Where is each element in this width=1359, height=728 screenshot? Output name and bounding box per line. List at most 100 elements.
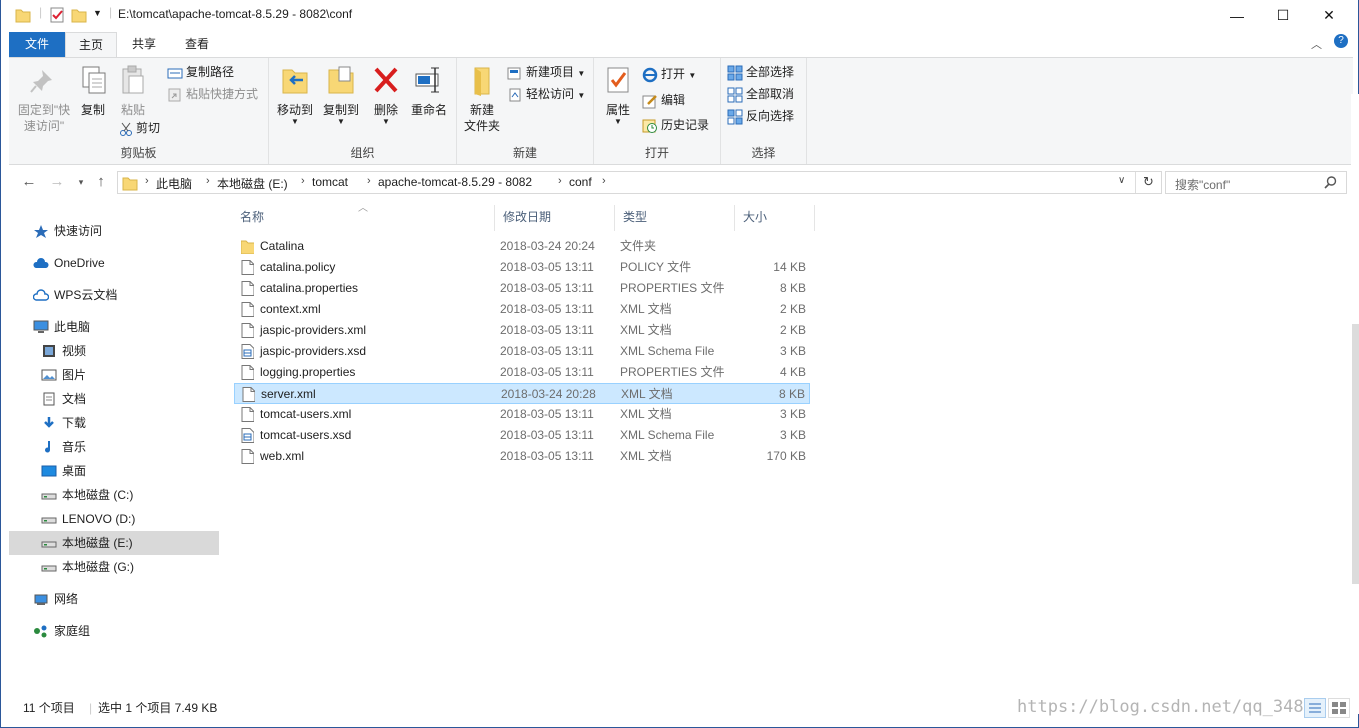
nav-item-1[interactable]: OneDrive: [9, 251, 219, 275]
refresh-icon[interactable]: ↻: [1143, 174, 1154, 190]
computer-icon: [33, 320, 49, 333]
file-row[interactable]: catalina.policy 2018-03-05 13:11 POLICY 文件…: [234, 257, 810, 278]
nav-item-5[interactable]: 图片: [9, 363, 219, 387]
move-to-button[interactable]: 移动到 ▼: [273, 64, 317, 126]
new-item-button[interactable]: 新建项目 ▼: [507, 62, 585, 82]
tab-file[interactable]: 文件: [9, 32, 65, 57]
breadcrumb-separator-icon[interactable]: ›: [602, 175, 606, 187]
column-header-date[interactable]: 修改日期: [495, 205, 615, 231]
homegroup-icon: [34, 625, 47, 638]
history-button[interactable]: 历史记录: [642, 115, 709, 135]
tab-home[interactable]: 主页: [65, 32, 117, 57]
easy-access-button[interactable]: 轻松访问 ▼: [507, 84, 585, 104]
select-all-button[interactable]: 全部选择: [727, 62, 794, 82]
paste-shortcut-button[interactable]: 粘贴快捷方式: [167, 84, 258, 104]
close-button[interactable]: ✕: [1306, 0, 1352, 31]
help-icon[interactable]: ?: [1334, 34, 1348, 48]
nav-item-12[interactable]: 本地磁盘 (E:): [9, 531, 219, 555]
nav-item-label: 此电脑: [54, 320, 91, 334]
nav-item-13[interactable]: 本地磁盘 (G:): [9, 555, 219, 579]
tab-view[interactable]: 查看: [171, 32, 223, 57]
breadcrumb-separator-icon[interactable]: ›: [367, 175, 371, 187]
column-header-size[interactable]: 大小: [735, 205, 815, 231]
nav-item-7[interactable]: 下载: [9, 411, 219, 435]
new-folder-button[interactable]: 新建 文件夹: [459, 64, 505, 134]
vertical-scrollbar[interactable]: [1351, 94, 1359, 714]
breadcrumb-drive-e[interactable]: 本地磁盘 (E:): [217, 175, 288, 192]
invert-selection-button[interactable]: 反向选择: [727, 106, 794, 126]
pin-quick-access-button[interactable]: 固定到"快 速访问": [13, 64, 75, 134]
nav-item-2[interactable]: WPS云文档: [9, 283, 219, 307]
copy-path-button[interactable]: 复制路径: [167, 62, 234, 82]
column-header-name[interactable]: 名称: [232, 205, 495, 231]
back-arrow-icon[interactable]: ←: [19, 172, 39, 192]
customize-quick-access-icon[interactable]: ▼: [93, 8, 102, 18]
breadcrumb-tomcat[interactable]: tomcat: [312, 175, 348, 189]
nav-item-8[interactable]: 音乐: [9, 435, 219, 459]
search-box[interactable]: 搜索"conf": [1165, 171, 1347, 194]
nav-item-11[interactable]: LENOVO (D:): [9, 507, 219, 531]
breadcrumb-this-pc[interactable]: 此电脑: [156, 175, 192, 192]
new-folder-icon[interactable]: [71, 6, 87, 24]
nav-item-4[interactable]: 视频: [9, 339, 219, 363]
details-view-icon[interactable]: [1304, 698, 1326, 718]
nav-item-9[interactable]: 桌面: [9, 459, 219, 483]
breadcrumb-conf[interactable]: conf: [569, 175, 592, 189]
file-row[interactable]: jaspic-providers.xml 2018-03-05 13:11 XML …: [234, 320, 810, 341]
nav-item-label: 图片: [62, 368, 87, 382]
select-group-label: 选择: [751, 146, 776, 160]
nav-item-6[interactable]: 文档: [9, 387, 219, 411]
nav-item-14[interactable]: 网络: [9, 587, 219, 611]
address-history-dropdown-icon[interactable]: ∨: [1118, 175, 1125, 186]
breadcrumb-separator-icon[interactable]: ›: [145, 175, 149, 187]
select-none-button[interactable]: 全部取消: [727, 84, 794, 104]
rename-button[interactable]: 重命名: [407, 64, 451, 118]
nav-item-15[interactable]: 家庭组: [9, 619, 219, 643]
properties-check-icon: [607, 67, 629, 93]
file-row[interactable]: catalina.properties 2018-03-05 13:11 PROPE…: [234, 278, 810, 299]
paste-button[interactable]: 粘贴: [115, 64, 151, 118]
nav-item-0[interactable]: 快速访问: [9, 219, 219, 243]
nav-item-3[interactable]: 此电脑: [9, 315, 219, 339]
up-arrow-icon[interactable]: ↑: [91, 172, 111, 192]
file-type: XML Schema File: [620, 344, 715, 358]
cut-button[interactable]: 剪切: [119, 118, 160, 138]
search-icon[interactable]: [1324, 176, 1337, 189]
address-bar[interactable]: › 此电脑 › 本地磁盘 (E:) › tomcat › apache-tomc…: [117, 171, 1162, 194]
nav-item-label: 本地磁盘 (E:): [62, 536, 133, 550]
file-row[interactable]: logging.properties 2018-03-05 13:11 PROPER…: [234, 362, 810, 383]
drive-icon: [41, 493, 57, 500]
file-row[interactable]: tomcat-users.xml 2018-03-05 13:11 XML 文档 3 …: [234, 404, 810, 425]
file-row[interactable]: web.xml 2018-03-05 13:11 XML 文档 170 KB: [234, 446, 810, 467]
file-row[interactable]: server.xml 2018-03-24 20:28 XML 文档 8 KB: [234, 383, 810, 404]
edit-button[interactable]: 编辑: [642, 90, 685, 110]
minimize-button[interactable]: —: [1214, 0, 1260, 31]
breadcrumb-separator-icon[interactable]: ›: [301, 175, 305, 187]
column-header-type[interactable]: 类型: [615, 205, 735, 231]
scrollbar-thumb[interactable]: [1352, 324, 1359, 584]
file-row[interactable]: tomcat-users.xsd 2018-03-05 13:11 XML Sche…: [234, 425, 810, 446]
properties-icon[interactable]: [49, 6, 65, 24]
copy-button[interactable]: 复制: [75, 64, 111, 118]
new-folder-icon: [474, 67, 490, 96]
file-date: 2018-03-05 13:11: [500, 260, 594, 274]
forward-arrow-icon[interactable]: →: [47, 172, 67, 192]
copy-to-button[interactable]: 复制到 ▼: [319, 64, 363, 126]
breadcrumb-separator-icon[interactable]: ›: [206, 175, 210, 187]
maximize-button[interactable]: ☐: [1260, 0, 1306, 31]
file-row[interactable]: Catalina 2018-03-24 20:24 文件夹: [234, 236, 810, 257]
open-button[interactable]: 打开 ▼: [642, 64, 696, 84]
tab-share[interactable]: 共享: [119, 32, 169, 57]
recent-locations-icon[interactable]: ▾: [71, 172, 91, 192]
breadcrumb-apache-tomcat[interactable]: apache-tomcat-8.5.29 - 8082: [378, 175, 532, 189]
breadcrumb-separator-icon[interactable]: ›: [558, 175, 562, 187]
delete-button[interactable]: 删除 ▼: [369, 64, 403, 126]
file-size: 170 KB: [766, 449, 806, 463]
file-row[interactable]: jaspic-providers.xsd 2018-03-05 13:11 XML …: [234, 341, 810, 362]
collapse-ribbon-icon[interactable]: ︿: [1311, 36, 1322, 52]
properties-button[interactable]: 属性 ▼: [598, 64, 638, 126]
file-row[interactable]: context.xml 2018-03-05 13:11 XML 文档 2 KB: [234, 299, 810, 320]
large-icons-view-icon[interactable]: [1328, 698, 1350, 718]
search-input[interactable]: 搜索"conf": [1175, 176, 1230, 193]
nav-item-10[interactable]: 本地磁盘 (C:): [9, 483, 219, 507]
